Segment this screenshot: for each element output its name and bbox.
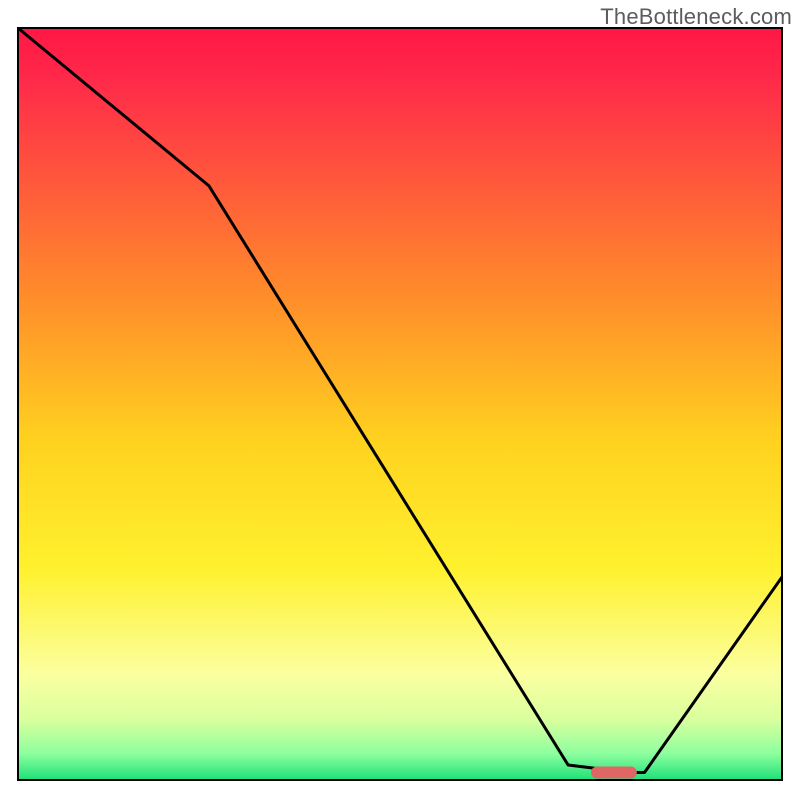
optimal-marker xyxy=(591,767,637,779)
watermark-text: TheBottleneck.com xyxy=(600,4,792,30)
chart-container: { "watermark": "TheBottleneck.com", "cha… xyxy=(0,0,800,800)
gradient-background xyxy=(18,28,782,780)
bottleneck-chart xyxy=(0,0,800,800)
